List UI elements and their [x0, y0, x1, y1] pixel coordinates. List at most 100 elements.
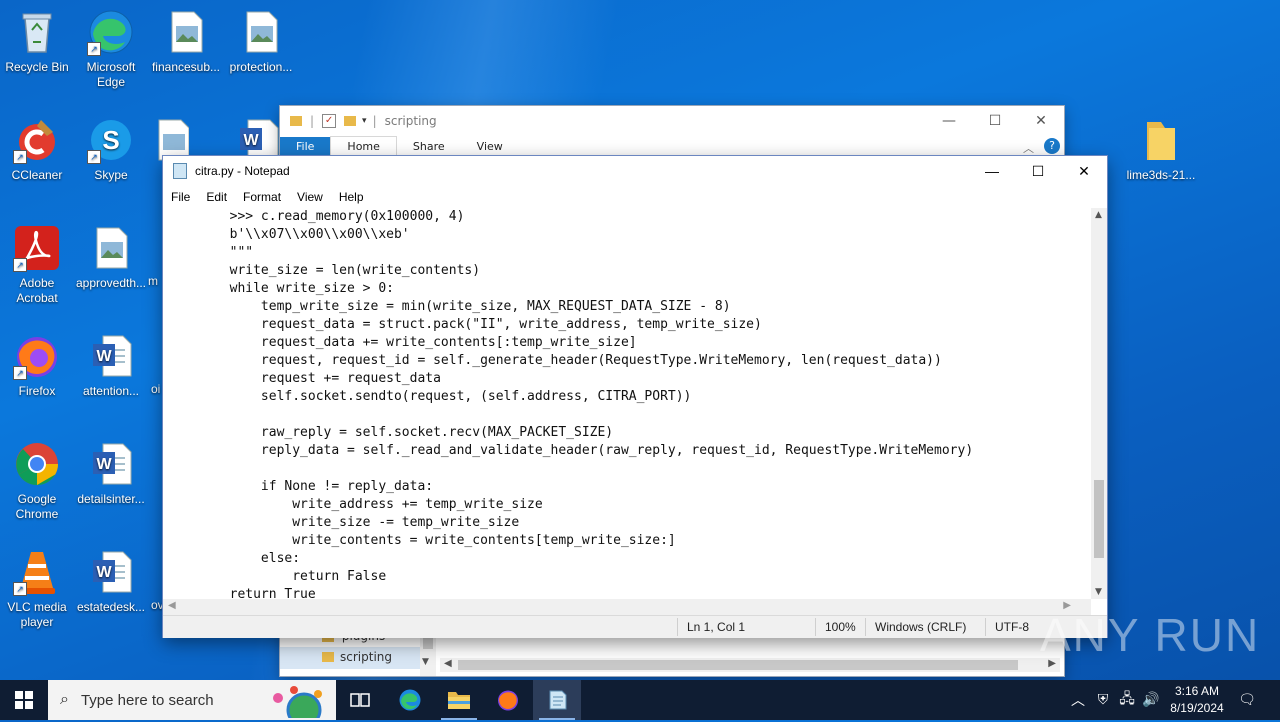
- tab-home[interactable]: Home: [330, 136, 397, 156]
- chevron-down-icon[interactable]: ▼: [422, 657, 429, 667]
- desktop-icon-financesub[interactable]: financesub...: [149, 8, 223, 75]
- menu-format[interactable]: Format: [235, 190, 289, 204]
- desktop-icon-detailsinter[interactable]: W detailsinter...: [74, 440, 148, 507]
- desktop-icon-m[interactable]: m: [148, 274, 164, 289]
- text-editor[interactable]: >>> c.read_memory(0x100000, 4) b'\\x07\\…: [163, 208, 1091, 599]
- desktop-icon-recycle-bin[interactable]: Recycle Bin: [0, 8, 74, 75]
- explorer-title: scripting: [384, 114, 437, 128]
- vlc-icon: ↗: [13, 548, 61, 596]
- explorer-horizontal-scrollbar[interactable]: ◀ ▶: [440, 658, 1060, 672]
- notepad-window[interactable]: citra.py - Notepad — ☐ ✕ File Edit Forma…: [163, 156, 1107, 638]
- svg-text:S: S: [102, 125, 119, 155]
- minimize-icon[interactable]: —: [926, 113, 972, 129]
- chevron-left-icon[interactable]: ◀: [168, 600, 176, 611]
- chevron-up-icon[interactable]: ︿: [1023, 140, 1034, 156]
- scroll-thumb[interactable]: [1094, 480, 1104, 558]
- taskbar-search-box[interactable]: ⌕ Type here to search: [48, 680, 336, 722]
- start-button[interactable]: [0, 680, 48, 720]
- chevron-down-icon[interactable]: ▾: [362, 116, 367, 126]
- minimize-icon[interactable]: —: [969, 163, 1015, 179]
- nav-item-scripting[interactable]: scripting: [280, 647, 420, 669]
- folder-icon: [322, 652, 334, 662]
- horizontal-scrollbar[interactable]: ◀ ▶: [163, 599, 1091, 615]
- task-view-button[interactable]: [336, 680, 384, 720]
- desktop-icon-microsoft-edge[interactable]: ↗ Microsoft Edge: [74, 8, 148, 90]
- network-security-icon[interactable]: ⛨: [1092, 680, 1114, 720]
- word-doc-icon: W: [87, 548, 135, 596]
- shortcut-arrow-icon: ↗: [87, 150, 101, 164]
- chevron-up-icon[interactable]: ︿: [1068, 680, 1088, 720]
- taskbar-file-explorer-button[interactable]: [435, 680, 483, 720]
- zoom-level: 100%: [825, 620, 856, 634]
- line-ending: Windows (CRLF): [875, 620, 967, 634]
- windows-logo-icon: [15, 691, 33, 709]
- desktop-icon-label: attention...: [82, 384, 140, 398]
- desktop-icon-protection[interactable]: protection...: [224, 8, 298, 75]
- desktop-icon-adobe-acrobat[interactable]: ↗ Adobe Acrobat: [0, 224, 74, 306]
- desktop-icon-estatedesk[interactable]: W estatedesk...: [74, 548, 148, 615]
- taskbar-clock[interactable]: 3:16 AM 8/19/2024: [1160, 683, 1234, 717]
- menu-edit[interactable]: Edit: [198, 190, 235, 204]
- desktop-icon-label: m: [148, 274, 158, 288]
- taskbar-firefox-button[interactable]: [484, 680, 532, 720]
- search-highlight-icon: [264, 684, 330, 722]
- desktop-icon-label: Google Chrome: [15, 492, 59, 521]
- menu-view[interactable]: View: [289, 190, 331, 204]
- desktop-icon-ccleaner[interactable]: ↗ CCleaner: [0, 116, 74, 183]
- tab-share[interactable]: Share: [397, 137, 461, 156]
- folder-icon: [448, 692, 470, 709]
- desktop-icon-google-chrome[interactable]: Google Chrome: [0, 440, 74, 522]
- folder-icon: [290, 116, 302, 126]
- chevron-up-icon[interactable]: ▲: [1095, 210, 1102, 220]
- svg-text:W: W: [96, 564, 112, 581]
- notepad-icon: [173, 163, 187, 179]
- search-icon: ⌕: [60, 691, 69, 708]
- desktop-icon-label: CCleaner: [11, 168, 63, 182]
- new-folder-icon[interactable]: [344, 116, 357, 126]
- notepad-icon: [549, 690, 567, 710]
- maximize-icon[interactable]: ☐: [1015, 163, 1061, 180]
- code-text[interactable]: >>> c.read_memory(0x100000, 4) b'\\x07\\…: [163, 208, 1091, 599]
- skype-icon: S ↗: [87, 116, 135, 164]
- tab-view[interactable]: View: [461, 137, 519, 156]
- desktop-icon-lime3ds[interactable]: lime3ds-21...: [1122, 116, 1200, 183]
- folder-icon: [1137, 116, 1185, 164]
- properties-icon[interactable]: ✓: [322, 114, 337, 128]
- ccleaner-icon: ↗: [13, 116, 61, 164]
- firefox-icon: ↗: [13, 332, 61, 380]
- taskbar-edge-button[interactable]: [386, 680, 434, 720]
- chevron-down-icon[interactable]: ▼: [1095, 587, 1102, 597]
- network-icon[interactable]: 🖧: [1116, 680, 1138, 720]
- shortcut-arrow-icon: ↗: [13, 366, 27, 380]
- chevron-left-icon[interactable]: ◀: [444, 658, 452, 669]
- desktop-icon-label: lime3ds-21...: [1126, 168, 1196, 182]
- maximize-icon[interactable]: ☐: [972, 113, 1018, 129]
- menu-help[interactable]: Help: [331, 190, 372, 204]
- desktop-icon-attention[interactable]: W attention...: [74, 332, 148, 399]
- word-doc-icon: W: [87, 440, 135, 488]
- taskbar-notepad-button[interactable]: [533, 680, 581, 720]
- tab-file[interactable]: File: [280, 137, 331, 156]
- desktop-icon-label: Skype: [94, 168, 128, 182]
- svg-text:W: W: [96, 348, 112, 365]
- desktop-icon-approvedth[interactable]: approvedth...: [74, 224, 148, 291]
- acrobat-icon: ↗: [13, 224, 61, 272]
- word-doc-icon: W: [87, 332, 135, 380]
- help-icon[interactable]: ?: [1044, 138, 1060, 154]
- close-icon[interactable]: ✕: [1018, 113, 1064, 129]
- explorer-title-bar: | ✓ ▾ | scripting — ☐ ✕: [280, 106, 1064, 136]
- clock-date: 8/19/2024: [1170, 701, 1224, 715]
- search-placeholder: Type here to search: [80, 691, 214, 709]
- desktop-icon-skype[interactable]: S ↗ Skype: [74, 116, 148, 183]
- vertical-scrollbar[interactable]: ▲ ▼: [1091, 208, 1107, 599]
- recycle-bin-icon: [13, 8, 61, 56]
- close-icon[interactable]: ✕: [1061, 163, 1107, 180]
- menu-file[interactable]: File: [163, 190, 198, 204]
- desktop-icon-label: Recycle Bin: [5, 60, 69, 74]
- notification-icon[interactable]: 🗨: [1236, 680, 1258, 720]
- desktop-icon-vlc[interactable]: ↗ VLC media player: [0, 548, 74, 630]
- notepad-title: citra.py - Notepad: [195, 164, 290, 178]
- desktop-icon-firefox[interactable]: ↗ Firefox: [0, 332, 74, 399]
- volume-icon[interactable]: 🔊: [1140, 680, 1162, 720]
- encoding: UTF-8: [995, 620, 1029, 634]
